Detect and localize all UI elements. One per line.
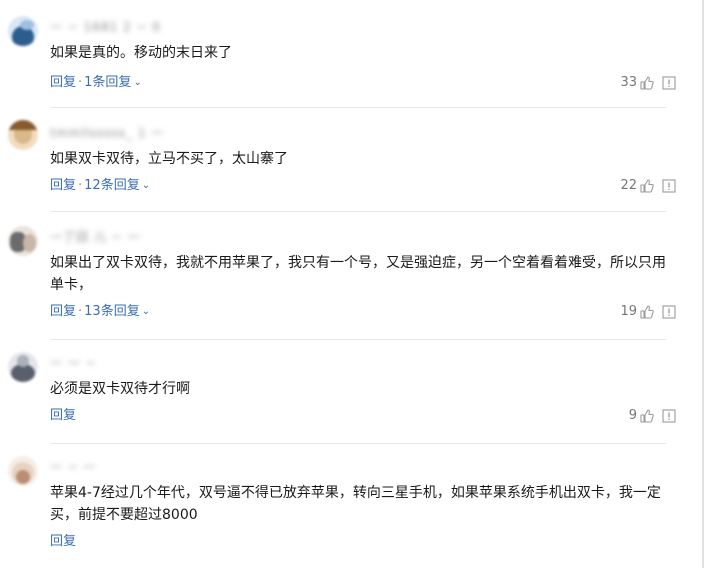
comment-actions: 回复	[50, 533, 76, 551]
like-count: 9	[628, 408, 637, 423]
avatar[interactable]	[8, 120, 38, 150]
comment-list: 一 ~ 1681 2 ~ 0 如果是真的。移动的末日来了 回复 · 1条回复 ⌄ 33…	[0, 0, 704, 568]
comment-item: 一了回 儿 ~ 一 如果出了双卡双待，我就不用苹果了，我只有一个号，又是强迫症，…	[0, 212, 690, 340]
chevron-down-icon: ⌄	[141, 180, 151, 191]
comment-text: 如果是真的。移动的末日来了	[50, 45, 232, 61]
report-icon[interactable]	[662, 305, 676, 319]
like-button[interactable]: 22	[620, 177, 654, 195]
comment-text: 如果双卡双待，立马不买了，太山寨了	[50, 151, 288, 167]
avatar[interactable]	[8, 16, 38, 46]
avatar[interactable]	[8, 352, 38, 382]
username[interactable]: 一 ~ 1681 2 ~ 0	[50, 20, 161, 34]
report-icon[interactable]	[662, 179, 676, 193]
comment-text: 苹果4-7经过几个年代，双号逼不得已放弃苹果，转向三星手机，如果苹果系统手机出双…	[50, 485, 661, 523]
reply-count: 13条回复	[84, 304, 140, 319]
comment-item: tmmllsssss_ 1 一 如果双卡双待，立马不买了，太山寨了 回复 · 12条…	[0, 108, 690, 212]
reply-count: 12条回复	[84, 178, 140, 193]
reply-button[interactable]: 回复	[50, 178, 76, 193]
comment-item: 一 一 ~ 必须是双卡双待才行啊 回复 9	[0, 340, 690, 444]
chevron-down-icon: ⌄	[141, 306, 151, 317]
view-replies-link[interactable]: 13条回复 ⌄	[84, 304, 150, 319]
avatar[interactable]	[8, 456, 38, 486]
report-icon[interactable]	[662, 76, 676, 90]
separator-dot: ·	[78, 178, 83, 193]
report-icon[interactable]	[662, 409, 676, 423]
like-button[interactable]: 9	[629, 407, 654, 425]
thumbs-up-icon	[640, 305, 654, 319]
like-count: 19	[620, 304, 637, 319]
like-button[interactable]: 19	[620, 303, 654, 321]
separator-dot: ·	[78, 75, 83, 90]
comment-actions: 回复 · 12条回复 ⌄	[50, 177, 150, 196]
comment-text: 必须是双卡双待才行啊	[50, 381, 190, 397]
reply-button[interactable]: 回复	[50, 304, 76, 319]
reply-button[interactable]: 回复	[50, 408, 76, 423]
view-replies-link[interactable]: 12条回复 ⌄	[84, 178, 150, 193]
thumbs-up-icon	[640, 409, 654, 423]
comment-actions: 回复 · 13条回复 ⌄	[50, 303, 150, 322]
comment-item: 一 ~ 1681 2 ~ 0 如果是真的。移动的末日来了 回复 · 1条回复 ⌄ 33	[0, 0, 690, 108]
avatar[interactable]	[8, 226, 38, 256]
like-count: 22	[620, 178, 637, 193]
like-count: 33	[620, 75, 637, 90]
view-replies-link[interactable]: 1条回复 ⌄	[84, 75, 142, 90]
comment-actions: 回复	[50, 407, 76, 425]
chevron-down-icon: ⌄	[133, 77, 142, 88]
username[interactable]: 一 ~ 一	[50, 460, 97, 474]
comment-actions: 回复 · 1条回复 ⌄	[50, 74, 142, 93]
username[interactable]: tmmllsssss_ 1 一	[50, 126, 164, 140]
username[interactable]: 一了回 儿 ~ 一	[50, 230, 141, 244]
comment-text: 如果出了双卡双待，我就不用苹果了，我只有一个号，又是强迫症，另一个空着看着难受，…	[50, 255, 666, 293]
separator-dot: ·	[78, 304, 83, 319]
reply-button[interactable]: 回复	[50, 534, 76, 549]
username[interactable]: 一 一 ~	[50, 356, 97, 370]
like-button[interactable]: 33	[620, 74, 654, 92]
reply-button[interactable]: 回复	[50, 75, 76, 90]
thumbs-up-icon	[640, 179, 654, 193]
comment-item: 一 ~ 一 苹果4-7经过几个年代，双号逼不得已放弃苹果，转向三星手机，如果苹果…	[0, 444, 690, 568]
thumbs-up-icon	[640, 76, 654, 90]
reply-count: 1条回复	[84, 75, 132, 90]
